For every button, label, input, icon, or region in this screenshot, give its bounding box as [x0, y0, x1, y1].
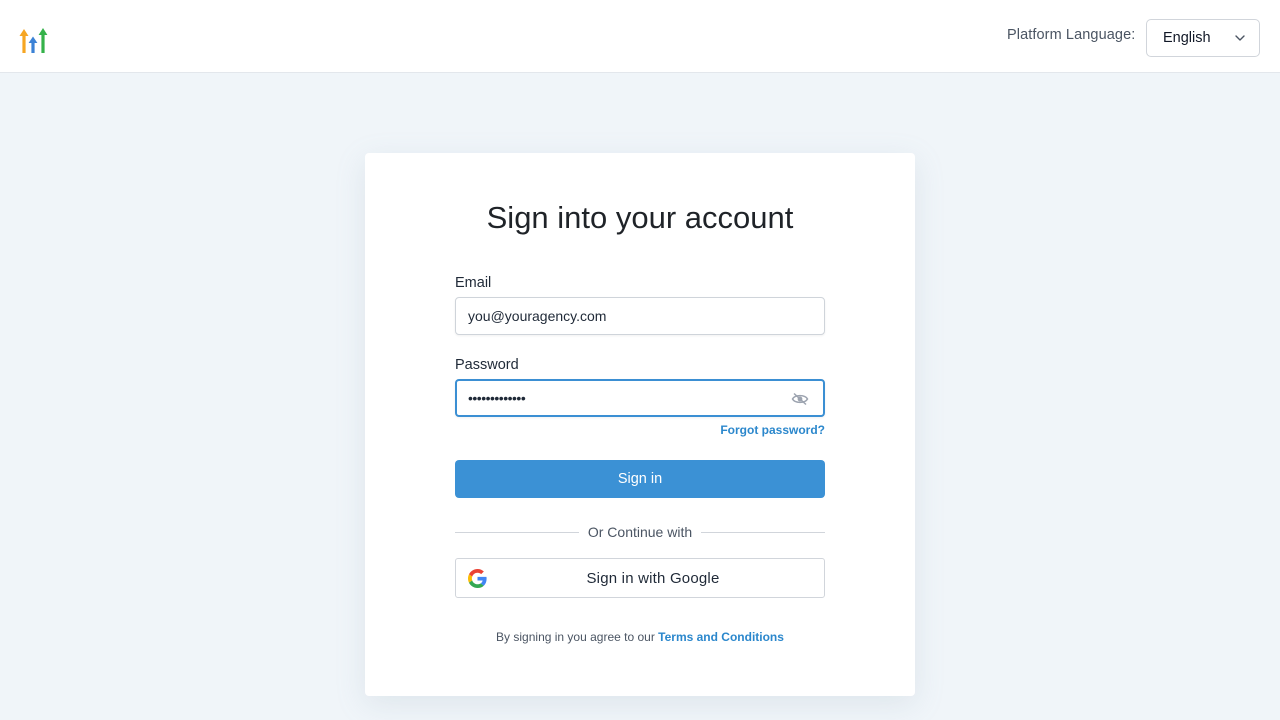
top-bar: Platform Language: English — [0, 0, 1280, 73]
terms-prefix: By signing in you agree to our — [496, 630, 655, 644]
language-select[interactable]: English — [1146, 19, 1260, 57]
chevron-down-icon — [1235, 35, 1245, 41]
platform-language-label: Platform Language: — [1007, 27, 1136, 43]
terms-link[interactable]: Terms and Conditions — [658, 630, 784, 644]
language-select-value: English — [1163, 30, 1211, 46]
password-label: Password — [455, 357, 519, 373]
or-continue-with-text: Or Continue with — [587, 524, 693, 540]
terms-notice: By signing in you agree to our Terms and… — [0, 630, 1280, 644]
page-title: Sign into your account — [486, 200, 794, 235]
email-label: Email — [455, 275, 492, 291]
password-field[interactable]: ••••••••••••• — [455, 379, 825, 417]
eye-slash-icon[interactable] — [791, 392, 809, 406]
sign-in-button[interactable]: Sign in — [455, 460, 825, 498]
google-signin-label: Sign in with Google — [586, 569, 720, 587]
brand-logo-icon[interactable] — [19, 26, 49, 54]
password-value: ••••••••••••• — [468, 390, 526, 406]
google-g-icon — [468, 569, 487, 588]
google-signin-button[interactable]: Sign in with Google — [455, 558, 825, 598]
forgot-password-link[interactable]: Forgot password? — [680, 423, 825, 437]
email-field[interactable]: you@youragency.com — [455, 297, 825, 335]
email-value: you@youragency.com — [468, 308, 607, 324]
